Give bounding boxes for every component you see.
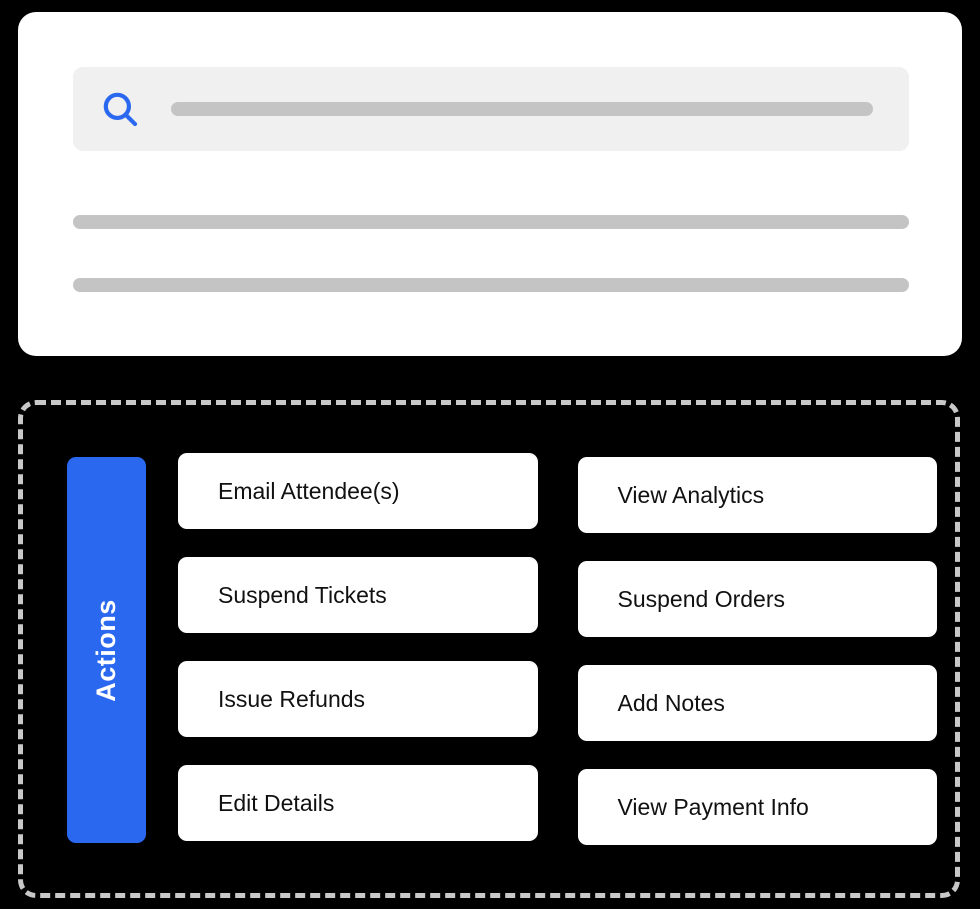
search-field-container[interactable] (73, 67, 909, 151)
action-button-add-notes[interactable]: Add Notes (577, 665, 937, 741)
action-button-suspend-orders[interactable]: Suspend Orders (577, 561, 937, 637)
actions-grid: Email Attendee(s) Suspend Tickets Issue … (178, 453, 937, 851)
search-card (18, 12, 962, 356)
action-button-view-payment-info[interactable]: View Payment Info (577, 769, 937, 845)
actions-tab-label: Actions (91, 598, 122, 702)
action-button-email-attendees[interactable]: Email Attendee(s) (178, 453, 538, 529)
action-button-issue-refunds[interactable]: Issue Refunds (178, 661, 538, 737)
content-placeholder-line-2 (73, 278, 909, 292)
action-button-suspend-tickets[interactable]: Suspend Tickets (178, 557, 538, 633)
actions-tab: Actions (67, 457, 146, 843)
content-placeholder-line-1 (73, 215, 909, 229)
actions-column-left: Email Attendee(s) Suspend Tickets Issue … (178, 453, 538, 851)
actions-panel: Actions Email Attendee(s) Suspend Ticket… (18, 400, 960, 898)
actions-column-right: View Analytics Suspend Orders Add Notes … (577, 453, 937, 851)
action-button-edit-details[interactable]: Edit Details (178, 765, 538, 841)
action-button-view-analytics[interactable]: View Analytics (577, 457, 937, 533)
search-icon (103, 92, 138, 127)
search-input[interactable] (171, 102, 873, 116)
